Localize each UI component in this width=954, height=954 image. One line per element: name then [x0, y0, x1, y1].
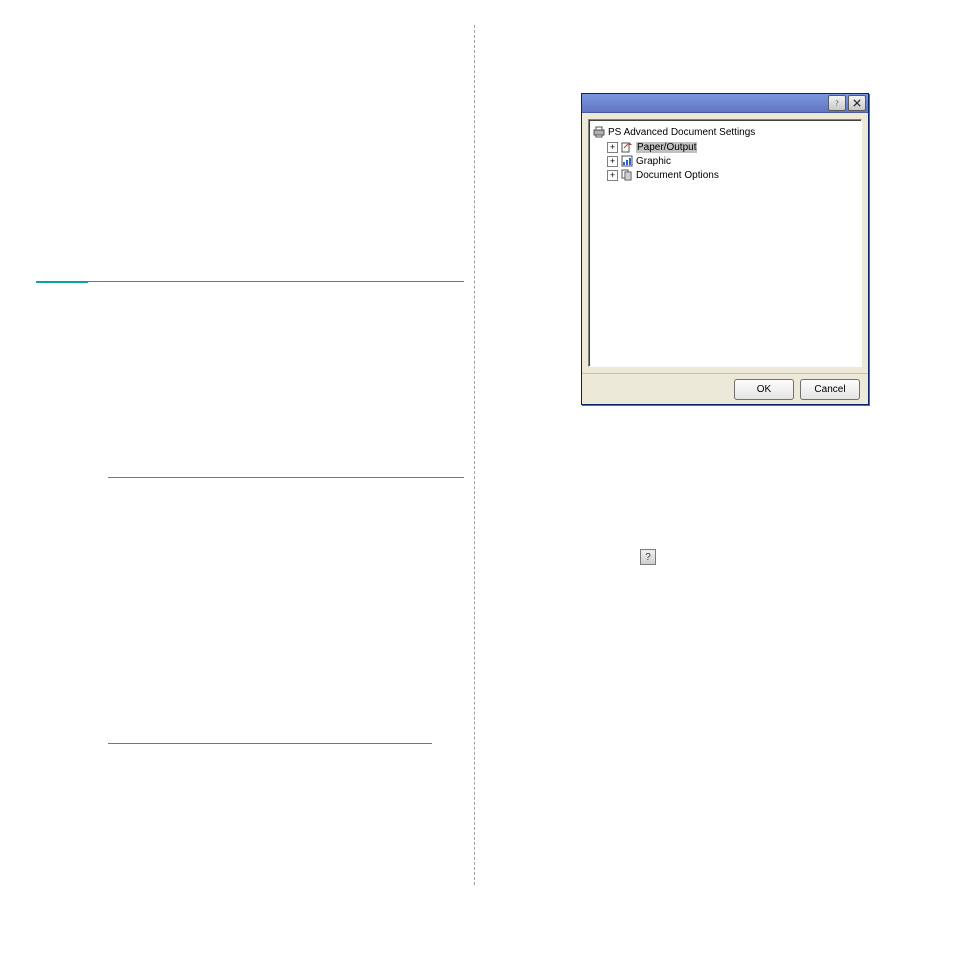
document-options-icon	[621, 169, 633, 181]
tree-pane: PS Advanced Document Settings + Paper/Ou…	[588, 119, 862, 367]
tree-node-document-options[interactable]: + Document Options	[607, 169, 857, 181]
help-glyph: ?	[645, 552, 651, 563]
tree-node-label: Paper/Output	[636, 142, 697, 153]
tree-node-label: Graphic	[636, 156, 671, 167]
cancel-button[interactable]: Cancel	[800, 379, 860, 400]
expand-icon[interactable]: +	[607, 170, 618, 181]
dialog-button-row: OK Cancel	[582, 373, 868, 404]
tree-root[interactable]: PS Advanced Document Settings	[593, 126, 857, 138]
section-rule-2	[108, 477, 464, 478]
help-button[interactable]: ?	[828, 95, 846, 111]
column-divider	[474, 25, 475, 885]
paper-output-icon	[621, 141, 633, 153]
svg-text:?: ?	[835, 99, 838, 107]
advanced-options-dialog: ? PS Advanced Document Settings + Paper/…	[581, 93, 869, 405]
expand-icon[interactable]: +	[607, 142, 618, 153]
expand-icon[interactable]: +	[607, 156, 618, 167]
tree-node-paper-output[interactable]: + Paper/Output	[607, 141, 857, 153]
ok-button[interactable]: OK	[734, 379, 794, 400]
context-help-icon[interactable]: ?	[640, 549, 656, 565]
section-rule-1	[36, 281, 464, 282]
printer-icon	[593, 126, 605, 138]
close-button[interactable]	[848, 95, 866, 111]
tree-root-label: PS Advanced Document Settings	[608, 127, 755, 138]
tree-node-label: Document Options	[636, 170, 719, 181]
graphic-icon	[621, 155, 633, 167]
tree-node-graphic[interactable]: + Graphic	[607, 155, 857, 167]
section-rule-3	[108, 743, 432, 744]
dialog-titlebar: ?	[582, 94, 868, 113]
